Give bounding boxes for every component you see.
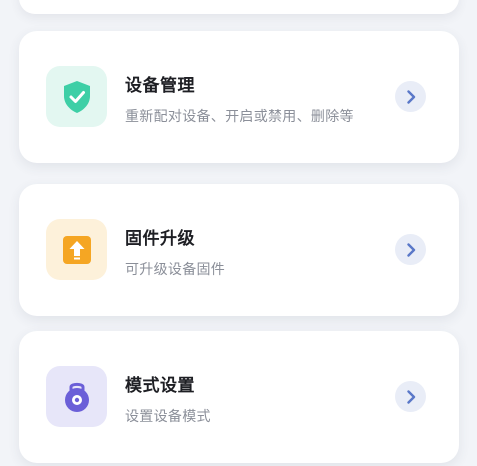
card-title: 固件升级 bbox=[125, 229, 195, 249]
chevron-right-icon bbox=[406, 389, 415, 404]
device-management-card[interactable]: 设备管理 重新配对设备、开启或禁用、删除等 bbox=[19, 31, 459, 163]
card-title: 模式设置 bbox=[125, 376, 195, 396]
mode-settings-card[interactable]: 模式设置 设置设备模式 bbox=[19, 331, 459, 463]
open-firmware-upgrade-button[interactable] bbox=[395, 234, 426, 265]
chevron-right-icon bbox=[406, 242, 415, 257]
card-title: 设备管理 bbox=[125, 76, 195, 96]
chevron-right-icon bbox=[406, 89, 415, 104]
upgrade-arrow-icon bbox=[62, 235, 91, 264]
card-description: 设置设备模式 bbox=[125, 409, 211, 425]
open-device-management-button[interactable] bbox=[395, 81, 426, 112]
icon-tile bbox=[46, 219, 107, 280]
previous-card bbox=[19, 0, 459, 14]
card-description: 可升级设备固件 bbox=[125, 262, 226, 278]
mode-lock-icon bbox=[64, 382, 89, 412]
open-mode-settings-button[interactable] bbox=[395, 381, 426, 412]
icon-tile bbox=[46, 366, 107, 427]
card-description: 重新配对设备、开启或禁用、删除等 bbox=[125, 109, 354, 125]
shield-check-icon bbox=[63, 80, 90, 113]
icon-tile bbox=[46, 66, 107, 127]
firmware-upgrade-card[interactable]: 固件升级 可升级设备固件 bbox=[19, 184, 459, 316]
